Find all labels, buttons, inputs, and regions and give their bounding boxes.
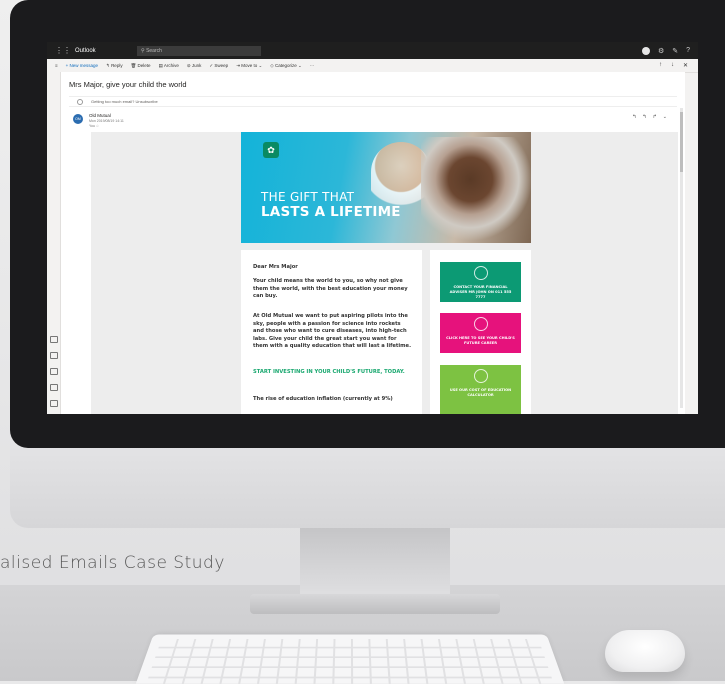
select-radio[interactable] [77,98,83,105]
app-launcher-icon[interactable]: ⋮⋮ [55,46,71,55]
career-icon [473,317,488,331]
message-actions: ↰ ↰ ↱ ⌄ [632,114,667,120]
email-side-column: CONTACT YOUR FINANCIAL ADVISER MR JOHN O… [430,250,531,414]
categorize-label: Categorize [274,62,297,68]
search-placeholder: Search [146,47,162,54]
move-to-label: Move to [241,62,258,68]
categorize-button[interactable]: ◇ Categorize ⌄ [270,63,302,69]
greeting: Dear Mrs Major [253,264,298,270]
old-mutual-logo-icon: ✿ [263,142,279,158]
invest-call-to-action[interactable]: START INVESTING IN YOUR CHILD'S FUTURE, … [253,369,413,377]
topbar-actions: ⚙ ✎ ? [641,46,690,55]
keyboard-keys [144,638,556,684]
monitor-stand [300,528,450,598]
contact-adviser-card[interactable]: CONTACT YOUR FINANCIAL ADVISER MR JOHN O… [440,262,521,302]
sender-name[interactable]: Old Mutual [89,113,111,118]
app-name: Outlook [75,47,96,54]
contact-adviser-label: CONTACT YOUR FINANCIAL ADVISER MR JOHN O… [449,285,512,299]
phone-icon [473,266,488,280]
hero-banner[interactable]: ✿ THE GIFT THAT LASTS A LIFETIME [241,132,531,243]
command-bar: ≡ + New message ↰ Reply 🗑 Delete ▤ Archi… [47,59,698,73]
email-subject: Mrs Major, give your child the world [69,80,187,89]
calendar-icon[interactable] [50,352,58,359]
keyboard [135,634,565,684]
close-icon[interactable]: ✕ [683,62,688,69]
search-box[interactable]: ⚲ Search [137,45,261,56]
reply-icon[interactable]: ↰ [632,114,636,120]
help-icon[interactable]: ? [686,47,690,55]
avatar: OM [73,114,83,124]
hero-headline-line1: THE GIFT THAT [261,190,355,204]
settings-icon[interactable]: ⚙ [658,47,664,55]
feedback-icon[interactable]: ✎ [672,47,678,55]
menu-icon[interactable]: ≡ [55,63,58,68]
skype-icon[interactable] [641,46,650,55]
monitor-screen: ⋮⋮ Outlook ⚲ Search ⚙ ✎ ? ≡ + New messag… [47,42,698,414]
mouse [605,630,685,672]
left-rail [47,72,61,414]
outlook-topbar: ⋮⋮ Outlook ⚲ Search ⚙ ✎ ? [47,42,698,59]
intro-paragraph: Your child means the world to you, so wh… [253,278,408,299]
sent-date: Mon 2019/08/19 14:11 [89,119,124,123]
archive-button[interactable]: ▤ Archive [159,63,179,69]
inflation-paragraph: The rise of education inflation (current… [253,396,393,402]
reading-pane: Mrs Major, give your child the world Get… [61,72,685,414]
forward-icon[interactable]: ↱ [653,114,657,120]
scrollbar-thumb[interactable] [680,112,683,172]
down-arrow-icon[interactable]: ↓ [671,62,674,69]
scrollbar[interactable] [680,108,683,408]
sweep-label: Sweep [214,62,229,68]
reply-label: Reply [111,62,123,68]
attach-icon[interactable] [50,384,58,391]
monitor-chin [10,440,725,528]
move-to-button[interactable]: ⇥ Move to ⌄ [236,63,262,69]
email-canvas: ✿ THE GIFT THAT LASTS A LIFETIME Dear Mr… [91,132,678,414]
up-arrow-icon[interactable]: ↑ [659,62,662,69]
sweep-button[interactable]: ✓ Sweep [209,63,228,69]
more-button[interactable]: ··· [310,63,315,68]
case-study-caption: alised Emails Case Study [0,553,225,573]
mail-icon[interactable] [50,336,58,343]
sender-row: OM Old Mutual Mon 2019/08/19 14:11 You ☆… [69,112,677,130]
people-icon[interactable] [50,368,58,375]
monitor-stand-base [250,594,500,614]
reply-button[interactable]: ↰ Reply [106,63,123,69]
junk-label: Junk [191,62,202,68]
todo-icon[interactable] [50,400,58,407]
archive-label: Archive [163,62,179,68]
future-career-card[interactable]: CLICK HERE TO SEE YOUR CHILD'S FUTURE CA… [440,313,521,353]
preview-text[interactable]: Getting too much email? Unsubscribe [91,99,158,104]
preview-banner: Getting too much email? Unsubscribe [69,96,677,107]
hero-headline-line2: LASTS A LIFETIME [261,204,401,220]
email-main-column: Dear Mrs Major Your child means the worl… [241,250,422,414]
navigation-arrows: ↑ ↓ ✕ [659,62,688,69]
new-message-button[interactable]: + New message [66,63,98,68]
delete-button[interactable]: 🗑 Delete [131,63,151,69]
mission-paragraph: At Old Mutual we want to put aspiring pi… [253,313,412,349]
education-calculator-card[interactable]: USE OUR COST OF EDUCATION CALCULATOR [440,365,521,414]
more-actions-icon[interactable]: ⌄ [663,114,667,120]
junk-button[interactable]: ⊘ Junk [187,63,202,69]
email-body: ✿ THE GIFT THAT LASTS A LIFETIME Dear Mr… [241,132,531,414]
delete-label: Delete [137,62,151,68]
reply-all-icon[interactable]: ↰ [642,114,646,120]
education-calculator-label: USE OUR COST OF EDUCATION CALCULATOR [449,388,512,397]
calculator-icon [473,369,488,383]
future-career-label: CLICK HERE TO SEE YOUR CHILD'S FUTURE CA… [446,336,515,345]
child-photo-right [421,137,531,243]
recipient: You ☆ [89,124,100,128]
